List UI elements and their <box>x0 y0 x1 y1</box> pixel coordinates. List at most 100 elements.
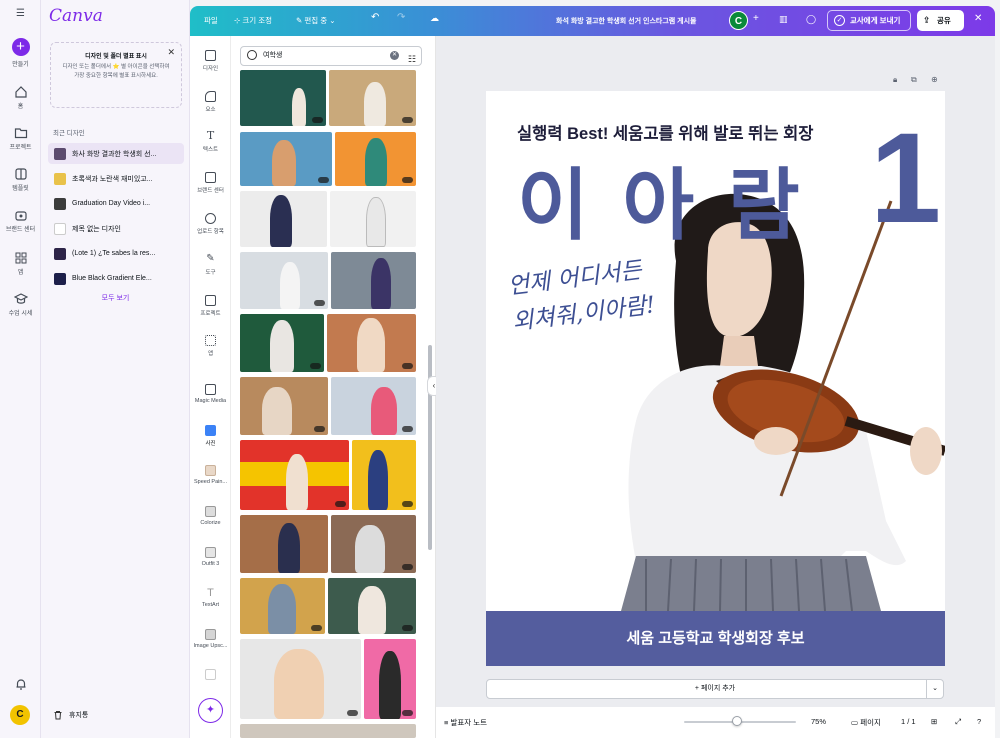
tool-design[interactable]: 디자인 <box>190 50 231 72</box>
photo-thumbnail[interactable] <box>329 70 416 126</box>
insights-chart-icon[interactable]: ▥ <box>779 14 788 25</box>
collaborator-avatar[interactable]: C <box>729 11 748 30</box>
document-title[interactable]: 화석 화방 결고한 학생회 선거 인스타그램 게시물 <box>556 16 696 26</box>
tool-projects[interactable]: 프로젝트 <box>190 295 231 317</box>
presenter-notes-button[interactable]: ≡ 발표자 노트 <box>444 717 487 728</box>
recent-design-item[interactable]: 제목 없는 디자인 <box>48 218 184 239</box>
projects-nav[interactable]: 프로젝트 <box>0 126 41 151</box>
tool-outfit[interactable]: Outfit 3 <box>190 547 231 567</box>
duplicate-icon[interactable]: ⧉ <box>911 75 917 85</box>
tool-colorize[interactable]: Colorize <box>190 506 231 526</box>
edit-mode-menu[interactable]: ✎ 편집 중 ⌄ <box>296 15 336 26</box>
canva-logo[interactable]: Canva <box>49 6 103 26</box>
zoom-slider-handle[interactable] <box>731 716 742 726</box>
help-icon[interactable]: ? <box>977 717 981 726</box>
cloud-sync-icon[interactable]: ☁ <box>430 13 439 24</box>
tool-elements[interactable]: 요소 <box>190 91 231 113</box>
headline-text[interactable]: 실행력 Best! 세움고를 위해 발로 뛰는 회장 <box>517 120 813 144</box>
tool-uploads[interactable]: 업로드 항목 <box>190 213 231 235</box>
photo-thumbnail[interactable] <box>240 440 349 510</box>
brand-nav[interactable]: 브랜드 센터 <box>0 208 41 233</box>
premium-badge <box>335 501 346 507</box>
file-menu[interactable]: 파일 <box>204 15 218 26</box>
comment-icon[interactable]: ◯ <box>806 14 816 25</box>
photo-thumbnail[interactable] <box>335 132 416 186</box>
candidate-name[interactable]: 이 아 람 <box>517 143 806 255</box>
zoom-level[interactable]: 75% <box>811 717 826 726</box>
grid-view-icon[interactable]: ⊞ <box>931 717 937 726</box>
user-avatar[interactable]: C <box>10 705 30 725</box>
trash-link[interactable]: 휴지통 <box>53 710 88 720</box>
photo-thumbnail[interactable] <box>240 515 328 573</box>
tool-magic-media[interactable]: Magic Media <box>190 384 231 404</box>
create-button[interactable]: + 만들기 <box>0 38 41 68</box>
menu-toggle-icon[interactable]: ☰ <box>0 8 41 19</box>
tool-photos[interactable]: 사진 <box>190 425 231 447</box>
fullscreen-icon[interactable]: ⤢ <box>955 717 961 727</box>
photo-thumbnail[interactable] <box>240 578 325 634</box>
close-editor-icon[interactable]: ✕ <box>974 13 982 24</box>
graduation-cap-icon <box>13 293 28 304</box>
photo-thumbnail[interactable] <box>331 252 416 309</box>
banner-text[interactable]: 세움 고등학교 학생회장 후보 <box>486 611 945 666</box>
photo-thumbnail[interactable] <box>240 377 328 435</box>
filter-icon[interactable]: ☷ <box>408 50 416 68</box>
premium-badge <box>318 177 329 183</box>
notifications-bell[interactable] <box>0 677 41 693</box>
tool-more[interactable] <box>190 669 231 683</box>
clear-search-icon[interactable]: ✕ <box>390 51 399 60</box>
photo-thumbnail[interactable] <box>331 377 416 435</box>
lock-icon[interactable]: 🔒︎ <box>893 75 897 85</box>
tool-draw[interactable]: ✎ 도구 <box>190 254 231 277</box>
tool-apps[interactable]: 앱 <box>190 335 231 357</box>
add-collaborator-icon[interactable]: + <box>753 13 759 24</box>
redo-icon[interactable]: ↷ <box>397 12 405 23</box>
recent-design-item[interactable]: 화사 화방 결과한 학생회 선... <box>48 143 184 164</box>
photo-thumbnail[interactable] <box>240 132 332 186</box>
apps-nav[interactable]: 앱 <box>0 251 41 276</box>
photo-thumbnail[interactable] <box>328 578 416 634</box>
add-page-icon[interactable]: ⊕ <box>931 75 938 84</box>
premium-badge <box>402 564 413 570</box>
tool-textart[interactable]: T TextArt <box>190 588 231 609</box>
photo-thumbnail[interactable] <box>240 191 327 247</box>
resize-menu[interactable]: ⊹ 크기 조정 <box>234 15 272 26</box>
tool-text[interactable]: T 텍스트 <box>190 130 231 153</box>
colorize-icon <box>205 506 216 517</box>
add-page-button[interactable]: + 페이지 추가 ⌄ <box>486 679 944 699</box>
see-all-link[interactable]: 모두 보기 <box>41 293 190 303</box>
chevron-down-icon[interactable]: ⌄ <box>926 679 943 699</box>
recent-design-item[interactable]: Graduation Day Video i... <box>48 193 184 214</box>
trash-icon <box>54 711 62 720</box>
photo-thumbnail[interactable] <box>240 70 326 126</box>
photo-thumbnail[interactable] <box>331 515 416 573</box>
candidate-number[interactable]: 1 <box>870 105 941 252</box>
magic-assistant-button[interactable]: ✦ <box>198 698 223 723</box>
pages-button[interactable]: ▭ 페이지 <box>851 717 881 728</box>
close-icon[interactable]: ✕ <box>167 47 175 58</box>
home-nav[interactable]: 홈 <box>0 85 41 110</box>
photo-thumbnail[interactable] <box>240 639 361 719</box>
design-page[interactable]: 실행력 Best! 세움고를 위해 발로 뛰는 회장 이 아 람 1 언제 어디… <box>486 91 945 666</box>
recent-design-item[interactable]: (Lote 1) ¿Te sabes la res... <box>48 243 184 264</box>
tool-image-upscale[interactable]: Image Upsc... <box>190 629 231 649</box>
undo-icon[interactable]: ↶ <box>371 12 379 23</box>
photo-thumbnail[interactable] <box>240 314 324 372</box>
tool-brand[interactable]: 브랜드 센터 <box>190 172 231 194</box>
photo-thumbnail[interactable] <box>240 252 328 309</box>
photo-thumbnail[interactable] <box>240 724 416 738</box>
share-button[interactable]: ⇪ 공유 <box>917 10 964 31</box>
premium-badge <box>402 501 413 507</box>
photo-thumbnail[interactable] <box>327 314 416 372</box>
send-to-teacher-button[interactable]: ✓ 교사에게 보내기 <box>827 10 911 31</box>
classes-nav[interactable]: 수업 시세 <box>0 292 41 317</box>
photo-thumbnail[interactable] <box>352 440 416 510</box>
tool-speed-paint[interactable]: Speed Pain... <box>190 465 231 485</box>
photo-thumbnail[interactable] <box>364 639 416 719</box>
tip-title: 디자인 및 폴더 별표 표시 <box>85 54 147 60</box>
templates-nav[interactable]: 템플릿 <box>0 167 41 192</box>
recent-design-item[interactable]: Blue Black Gradient Ele... <box>48 268 184 289</box>
search-input[interactable]: 여학생 ✕ ☷ <box>240 46 422 66</box>
recent-design-item[interactable]: 초록색과 노란색 재미있고... <box>48 168 184 189</box>
photo-thumbnail[interactable] <box>330 191 416 247</box>
